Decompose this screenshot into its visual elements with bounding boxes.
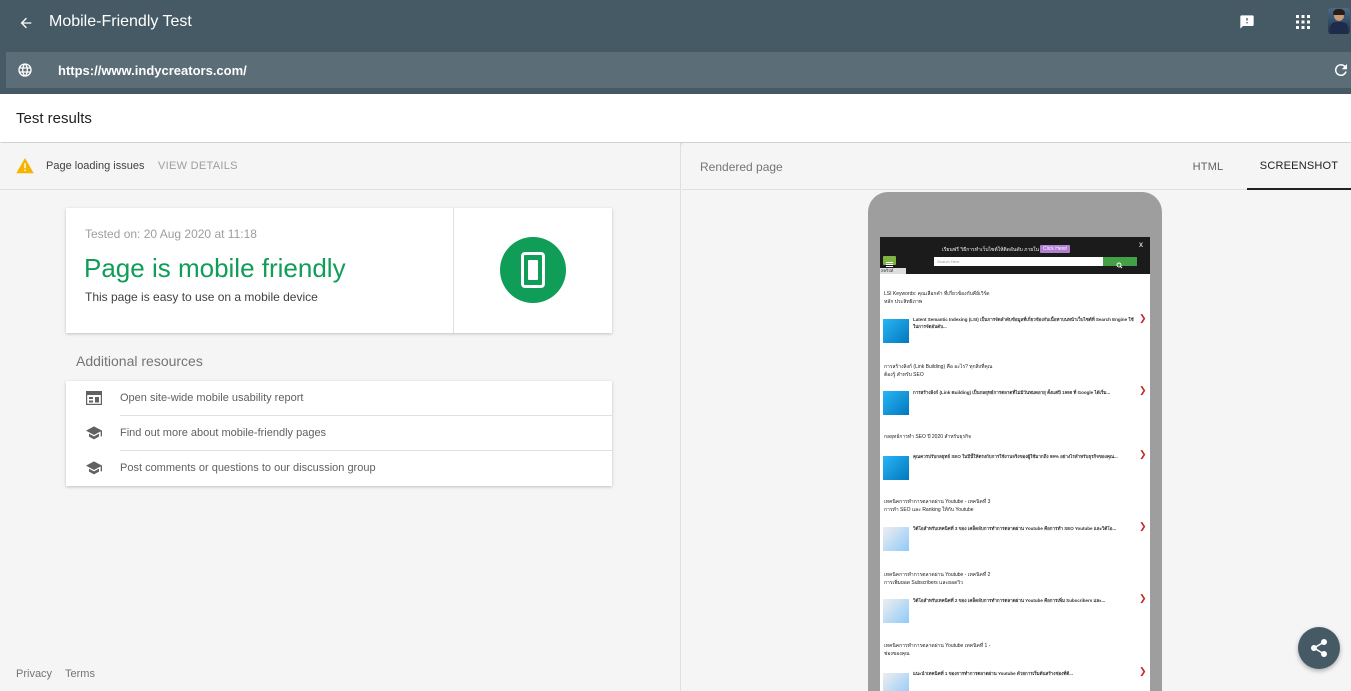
preview-post-thumbnail	[883, 391, 909, 415]
resource-label: Post comments or questions to our discus…	[120, 462, 376, 474]
chevron-right-icon: ❯	[1139, 666, 1147, 676]
right-panel: Rendered page HTML SCREENSHOT เรียนฟรี ว…	[682, 143, 1351, 691]
results-header: Test results	[0, 94, 1351, 142]
feedback-icon	[1240, 15, 1254, 29]
url-bar: https://www.indycreators.com/	[6, 52, 1351, 88]
school-icon	[86, 426, 102, 440]
resources-card: Open site-wide mobile usability report F…	[66, 381, 612, 486]
tab-html[interactable]: HTML	[1178, 143, 1238, 190]
account-avatar[interactable]	[1328, 8, 1350, 34]
verdict-title: Page is mobile friendly	[84, 253, 346, 283]
preview-menu-icon	[883, 256, 896, 267]
resource-learn-more[interactable]: Find out more about mobile-friendly page…	[66, 416, 612, 451]
feedback-button[interactable]	[1236, 11, 1258, 33]
app-title: Mobile-Friendly Test	[49, 13, 192, 30]
preview-language-select: สคริปต์	[880, 268, 906, 274]
preview-search-input: Search Here	[934, 257, 1103, 266]
resource-discussion-group[interactable]: Post comments or questions to our discus…	[66, 451, 612, 486]
results-title: Test results	[16, 110, 92, 127]
chevron-right-icon: ❯	[1139, 521, 1147, 531]
verdict-subtitle: This page is easy to use on a mobile dev…	[85, 290, 318, 304]
preview-click-here-button: Click Here!	[1040, 245, 1071, 253]
left-panel: Page loading issues VIEW DETAILS Tested …	[0, 143, 681, 691]
preview-post-excerpt: Latent Semantic Indexing (LSI) เป็นการจั…	[913, 317, 1134, 329]
preview-post-title: เทคนิคการทำการตลาดผ่าน Youtube เทคนิคที่…	[884, 643, 991, 657]
preview-post-title: เทคนิคการทำการตลาดผ่าน Youtube - เทคนิคท…	[884, 499, 991, 513]
issues-text: Page loading issues	[46, 160, 145, 172]
rendered-page-title: Rendered page	[700, 160, 783, 174]
issues-row: Page loading issues VIEW DETAILS	[0, 143, 681, 190]
mobile-friendly-icon	[500, 237, 566, 303]
phone-preview-frame: เรียนฟรี วิธีการทำเว็บไซต์ให้ติดอันดับ ภ…	[868, 192, 1162, 691]
preview-post-title: การสร้างลิงก์ (Link Building) คือ อะไร? …	[884, 364, 993, 378]
url-text[interactable]: https://www.indycreators.com/	[58, 63, 247, 78]
chevron-right-icon: ❯	[1139, 593, 1147, 603]
arrow-back-icon	[20, 17, 32, 29]
preview-post-title: เทคนิคการทำการตลาดผ่าน Youtube - เทคนิคท…	[884, 572, 991, 586]
tab-screenshot[interactable]: SCREENSHOT	[1247, 143, 1351, 190]
share-button[interactable]	[1298, 627, 1340, 669]
preview-promo-text: เรียนฟรี วิธีการทำเว็บไซต์ให้ติดอันดับ ภ…	[942, 247, 1051, 253]
chevron-right-icon: ❯	[1139, 385, 1147, 395]
back-button[interactable]	[14, 11, 38, 35]
preview-post-thumbnail	[883, 599, 909, 623]
share-icon	[1311, 639, 1327, 657]
report-icon	[86, 391, 102, 405]
preview-post-title: กลยุทธ์การทำ SEO ปี 2020 สำหรับธุรกิจ	[884, 434, 972, 440]
resource-label: Open site-wide mobile usability report	[120, 392, 304, 404]
globe-icon	[18, 63, 32, 77]
preview-post-excerpt: การสร้างลิงก์ (Link Building) เป็นกลยุทธ…	[913, 390, 1111, 395]
refresh-icon[interactable]	[1332, 61, 1350, 79]
preview-search-button	[1103, 257, 1137, 269]
preview-post-excerpt: วิดีโอสำหรับเทคนิคที่ 2 ของ เคล็ดลับการท…	[913, 598, 1106, 603]
preview-post-thumbnail	[883, 319, 909, 343]
preview-post-excerpt: แนะนำเทคนิคที่ 1 ของการทำการตลาดผ่าน You…	[913, 671, 1074, 676]
card-divider	[453, 208, 454, 333]
preview-post-thumbnail	[883, 456, 909, 480]
rendered-page-header: Rendered page HTML SCREENSHOT	[682, 143, 1351, 190]
screenshot-preview: เรียนฟรี วิธีการทำเว็บไซต์ให้ติดอันดับ ภ…	[880, 237, 1150, 691]
app-bar: Mobile-Friendly Test https://www.indycre…	[0, 0, 1351, 94]
warning-icon	[16, 158, 34, 174]
preview-post-excerpt: วิดีโอสำหรับเทคนิคที่ 3 ของ เคล็ดลับการท…	[913, 526, 1117, 531]
chevron-right-icon: ❯	[1139, 449, 1147, 459]
preview-close-icon: x	[1139, 240, 1143, 249]
resource-label: Find out more about mobile-friendly page…	[120, 427, 327, 439]
preview-post-excerpt: คุณควรปรับกลยุทธ์ SEO ในปีนี้ให้ตรงกับกา…	[913, 454, 1118, 459]
view-details-button[interactable]: VIEW DETAILS	[158, 160, 238, 172]
preview-post-title: LSI Keywords: คุณเลือกคำ ที่เกี่ยวข้องกั…	[884, 291, 990, 305]
resource-usability-report[interactable]: Open site-wide mobile usability report	[66, 381, 612, 416]
result-card: Tested on: 20 Aug 2020 at 11:18 Page is …	[66, 208, 612, 333]
preview-header: เรียนฟรี วิธีการทำเว็บไซต์ให้ติดอันดับ ภ…	[880, 237, 1150, 274]
resources-title: Additional resources	[76, 353, 203, 369]
apps-button[interactable]	[1292, 11, 1314, 33]
tested-on-date: Tested on: 20 Aug 2020 at 11:18	[85, 227, 257, 241]
apps-grid-icon	[1296, 15, 1310, 29]
preview-post-thumbnail	[883, 527, 909, 551]
school-icon	[86, 461, 102, 475]
preview-post-thumbnail	[883, 673, 909, 691]
terms-link[interactable]: Terms	[65, 668, 95, 680]
privacy-link[interactable]: Privacy	[16, 668, 52, 680]
chevron-right-icon: ❯	[1139, 313, 1147, 323]
